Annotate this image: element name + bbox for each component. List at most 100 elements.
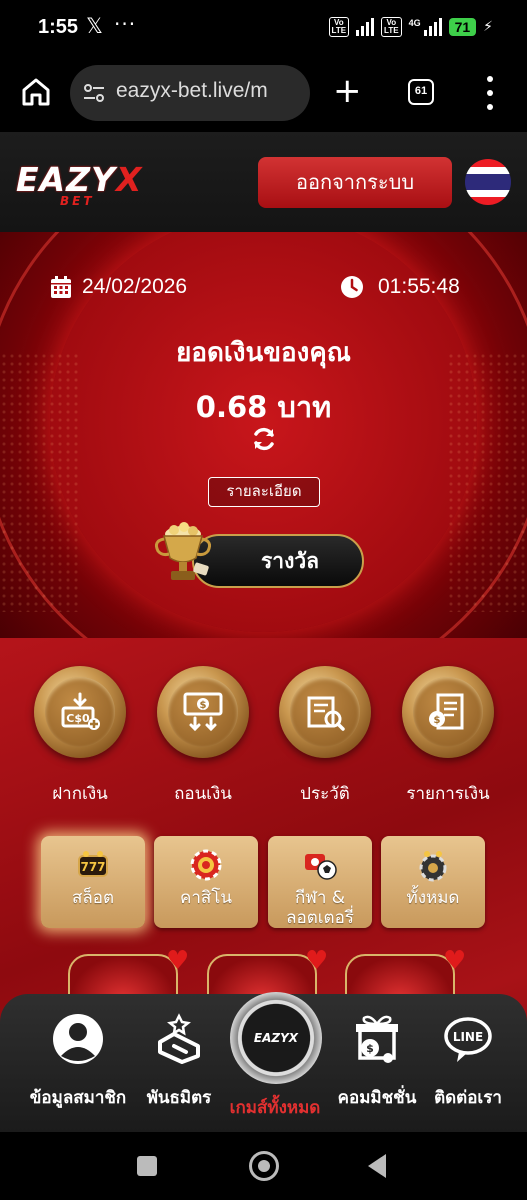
menu-label: ฝากเงิน [52,784,108,804]
logo-x: X [116,160,142,199]
coin-face: $ [168,677,238,747]
deposit-icon: C$0 [61,692,100,730]
reward-button[interactable]: รางวัล [192,534,364,588]
all-games-icon [419,851,447,882]
category-label-line1: กีฬา & [294,888,346,908]
category-label: ทั้งหมด [406,888,460,908]
recent-apps-button[interactable] [137,1156,157,1176]
category-label-line2: ลอตเตอรี่ [286,908,354,928]
category-label: สล็อต [71,888,115,908]
url-text[interactable]: eazyx-bet.live/m [116,79,268,103]
commission-icon: $ [356,1015,398,1063]
svg-text:C$0: C$0 [66,712,90,725]
volte-icon-2: Vo LTE [381,17,402,37]
browser-toolbar: eazyx-bet.live/m + 61 [0,56,527,132]
all-games-chip-icon[interactable]: EAZYX [230,992,322,1084]
refresh-icon[interactable] [250,425,278,453]
page: 1:55 𝕏 ··· Vo LTE Vo LTE 4G 71 ⚡ eazyx-bet… [0,0,527,1200]
favorite-heart-icon[interactable]: ♥ [166,946,189,976]
coin-face [290,677,360,747]
address-bar[interactable]: eazyx-bet.live/m [70,65,310,121]
time-display: 01:55:48 [340,275,460,299]
trophy-icon [155,522,211,580]
sports-icon [305,854,337,880]
eazyx-logo[interactable]: EAZY X BET [16,160,146,208]
site-settings-icon[interactable] [82,81,106,105]
system-nav-bar [0,1132,527,1200]
logout-button[interactable]: ออกจากระบบ [258,157,452,208]
status-icons: Vo LTE Vo LTE 4G 71 ⚡ [328,17,493,37]
nav-item-profile[interactable]: ข้อมูลสมาชิก [14,1012,142,1111]
x-app-icon: 𝕏 [86,14,103,38]
signal-icon [356,18,375,36]
home-button[interactable] [249,1151,279,1181]
charging-icon: ⚡ [483,19,493,35]
balance-label: ยอดเงินของคุณ [176,338,351,368]
favorite-heart-icon[interactable]: ♥ [443,946,466,976]
favorite-heart-icon[interactable]: ♥ [305,946,328,976]
line-chat-icon: LINE [444,1017,492,1062]
battery-icon: 71 [448,18,477,36]
balance-value: 0.68 บาท [195,390,332,424]
network-type: 4G [408,18,421,28]
menu-item-deposit[interactable]: C$0 ฝากเงิน [32,666,128,807]
deposit-coin: C$0 [34,666,126,758]
profile-icon [53,1014,103,1064]
history-coin [279,666,371,758]
bottom-nav: ข้อมูลสมาชิก พันธมิตร EAZYX เกมส์ทั้งหมด… [0,992,527,1132]
nav-label-all-games[interactable]: เกมส์ทั้งหมด [210,1094,340,1121]
menu-item-withdraw[interactable]: $ ถอนเงิน [155,666,251,807]
category-label: คาสิโน [179,888,233,908]
menu-label: ถอนเงิน [174,784,232,804]
current-time: 01:55:48 [378,275,460,298]
menu-label: รายการเงิน [406,784,490,804]
casino-icon [190,849,222,881]
menu-item-history[interactable]: ประวัติ [277,666,373,807]
site-header: EAZY X BET ออกจากระบบ [0,132,527,232]
category-all[interactable]: ทั้งหมด [381,836,485,928]
signal-icon-2 [423,18,442,36]
nav-label: คอมมิชชั่น [337,1088,417,1108]
svg-text:$: $ [434,715,441,726]
more-notifications-icon: ··· [114,12,137,36]
menu-item-transactions[interactable]: $ รายการเงิน [400,666,496,807]
date-display: 24/02/2026 [50,275,187,299]
menu-label: ประวัติ [300,784,350,804]
nav-item-contact[interactable]: LINE ติดต่อเรา [420,1012,516,1111]
svg-text:777: 777 [80,860,105,874]
coin-face: $ [413,677,483,747]
svg-text:$: $ [366,1042,374,1055]
category-casino[interactable]: คาสิโน [154,836,258,928]
category-sports-lottery[interactable]: กีฬา & ลอตเตอรี่ [268,836,372,928]
clock-icon [341,276,363,298]
partner-icon [158,1013,200,1064]
coin-face: C$0 [45,677,115,747]
logo-sub: BET [60,194,95,208]
thailand-flag-icon[interactable] [465,159,511,205]
withdraw-coin: $ [157,666,249,758]
back-button[interactable] [368,1154,386,1178]
transactions-coin: $ [402,666,494,758]
current-date: 24/02/2026 [82,275,188,298]
nav-item-commission[interactable]: $ คอมมิชชั่น [328,1012,426,1111]
balance-detail-button[interactable]: รายละเอียด [208,477,320,507]
slot-icon: 777 [78,851,108,877]
balance-panel: 24/02/2026 01:55:48 ยอดเงินของคุณ 0.68 บ… [0,232,527,638]
withdraw-icon: $ [183,692,223,732]
nav-label: ติดต่อเรา [434,1088,502,1108]
nav-label: ข้อมูลสมาชิก [29,1088,127,1108]
transactions-icon: $ [429,693,464,730]
status-bar: 1:55 𝕏 ··· Vo LTE Vo LTE 4G 71 ⚡ [0,0,527,56]
home-icon[interactable] [20,76,52,108]
tab-switcher-button[interactable]: 61 [408,79,434,105]
browser-menu-icon[interactable] [482,76,498,110]
status-time: 1:55 [38,16,79,38]
new-tab-button[interactable]: + [333,74,362,108]
category-slot[interactable]: 777 สล็อต [41,836,145,928]
volte-icon: Vo LTE [328,17,350,37]
svg-text:LINE: LINE [453,1030,483,1044]
calendar-icon [51,276,71,298]
chip-text: EAZYX [253,1031,299,1045]
history-icon [307,696,345,731]
svg-text:$: $ [200,700,207,711]
